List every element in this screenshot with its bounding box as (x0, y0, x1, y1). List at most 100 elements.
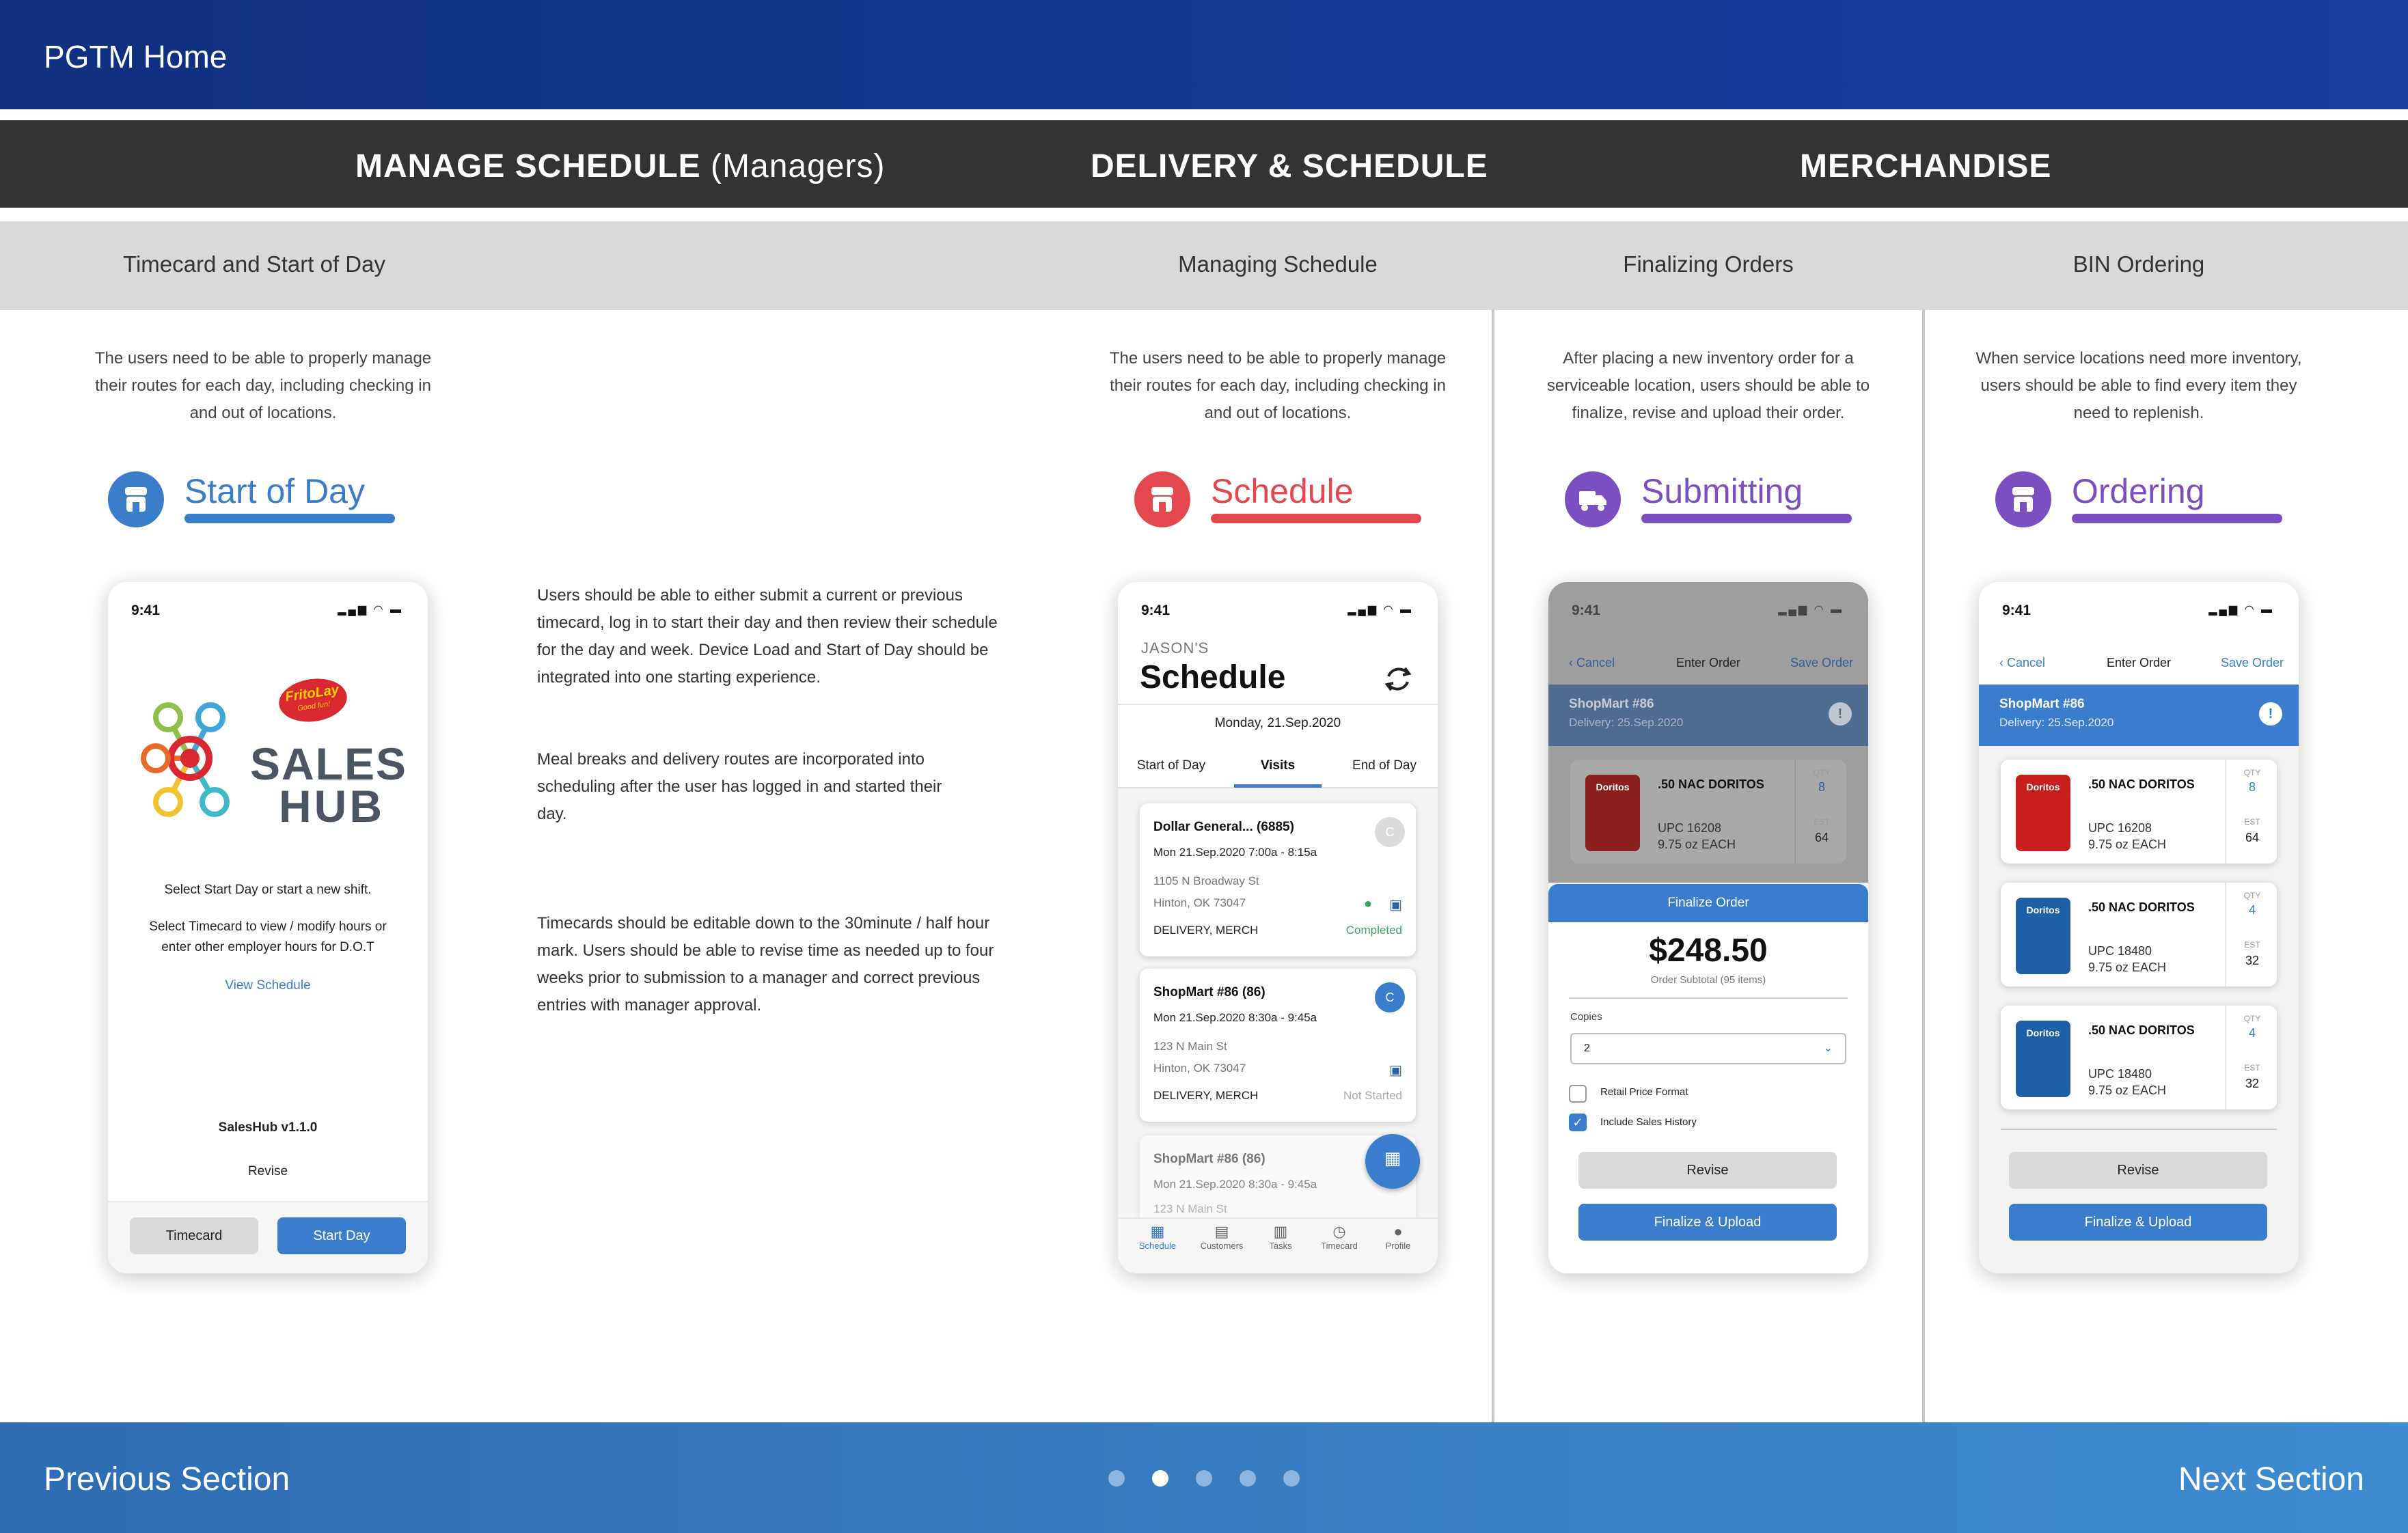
doritos-bag-icon: Doritos (2016, 1021, 2070, 1097)
tabbar-customers[interactable]: ▤ Customers (1194, 1223, 1249, 1251)
grid-menu-button[interactable]: ▦ (1365, 1134, 1420, 1189)
tab-end-of-day[interactable]: End of Day (1331, 758, 1438, 773)
tabbar-profile[interactable]: ● Profile (1371, 1223, 1425, 1251)
product-card[interactable]: Doritos .50 NAC DORITOS UPC 18480 9.75 oz… (2001, 883, 2277, 986)
subsection-managing-schedule: Managing Schedule (1178, 251, 1378, 277)
doritos-bag-icon: Doritos (2016, 898, 2070, 974)
revise-link[interactable]: Revise (108, 1164, 428, 1179)
est-label: EST (2244, 817, 2260, 827)
visit-status: Not Started (1343, 1089, 1402, 1102)
est-value: 32 (2245, 954, 2260, 967)
store-banner: ShopMart #86 Delivery: 25.Sep.2020 ! (1979, 685, 2299, 746)
finalize-upload-button[interactable]: Finalize & Upload (2009, 1204, 2267, 1241)
visit-card[interactable]: Dollar General... (6885) Mon 21.Sep.2020… (1140, 803, 1416, 956)
active-tab-indicator (1234, 784, 1322, 788)
product-upc: UPC 18480 9.75 oz EACH (2088, 943, 2166, 976)
visit-name: ShopMart #86 (86) (1153, 985, 1265, 999)
product-name: .50 NAC DORITOS (2088, 900, 2195, 914)
view-schedule-link[interactable]: View Schedule (108, 978, 428, 993)
saleshub-logo-icon (141, 702, 230, 817)
product-size: 9.75 oz EACH (1658, 838, 1736, 851)
subsection-timecard: Timecard and Start of Day (123, 251, 385, 277)
tabbar-timecard[interactable]: ◷ Timecard (1312, 1223, 1367, 1251)
product-card[interactable]: Doritos .50 NAC DORITOS UPC 18480 9.75 oz… (2001, 1006, 2277, 1109)
person-icon: ● (1393, 1223, 1403, 1240)
product-upc-code: UPC 18480 (2088, 1067, 2152, 1081)
qty-value[interactable]: 8 (2226, 780, 2278, 795)
section-band: MANAGE SCHEDULE (Managers) DELIVERY & SC… (0, 120, 2408, 208)
section-manage-label: MANAGE SCHEDULE (355, 148, 701, 184)
timecard-button[interactable]: Timecard (130, 1217, 258, 1254)
store-icon (1995, 471, 2051, 527)
qty-value[interactable]: 4 (2226, 903, 2278, 917)
chip-brand-label: Doritos (1596, 782, 1630, 792)
tab-visits[interactable]: Visits (1224, 758, 1331, 773)
bottom-nav-bar: Previous Section Next Section (0, 1422, 2408, 1533)
previous-section-button[interactable]: Previous Section (44, 1461, 290, 1498)
page-dot-active[interactable] (1152, 1470, 1168, 1487)
revise-button[interactable]: Revise (1578, 1152, 1837, 1189)
copies-value: 2 (1584, 1042, 1590, 1054)
visit-name: ShopMart #86 (86) (1153, 1152, 1265, 1166)
header-underline (1211, 514, 1421, 523)
schedule-owner: JASON'S (1141, 639, 1209, 657)
sales-history-checkbox[interactable]: ✓ (1569, 1114, 1587, 1131)
revise-button[interactable]: Revise (2009, 1152, 2267, 1189)
product-upc: UPC 18480 9.75 oz EACH (2088, 1066, 2166, 1099)
visit-time: Mon 21.Sep.2020 7:00a - 8:15a (1153, 846, 1317, 859)
next-section-button[interactable]: Next Section (2178, 1461, 2364, 1498)
section-merchandise[interactable]: MERCHANDISE (1800, 148, 2051, 185)
page-dot[interactable] (1283, 1470, 1300, 1487)
est-value: 64 (1814, 831, 1829, 844)
product-upc: UPC 16208 9.75 oz EACH (2088, 820, 2166, 853)
qty-value[interactable]: 4 (2226, 1026, 2278, 1040)
qty-est-box: QTY 4 EST 32 (2225, 1006, 2277, 1109)
visit-address: 123 N Main St (1153, 1202, 1227, 1215)
save-order-link[interactable]: Save Order (1790, 656, 1853, 670)
alert-icon[interactable]: ! (2259, 702, 2282, 726)
product-card[interactable]: Doritos .50 NAC DORITOS UPC 16208 9.75 oz… (1570, 760, 1846, 864)
person-icon: ● (1363, 896, 1372, 911)
phone-submitting: 9:41 ▂▄▆ ◠ ▬ ‹ Cancel Enter Order Save O… (1548, 582, 1868, 1273)
chip-brand-label: Doritos (2026, 782, 2060, 792)
save-order-link[interactable]: Save Order (2221, 656, 2284, 670)
copies-select[interactable]: 2 ⌄ (1570, 1033, 1846, 1064)
qty-value[interactable]: 8 (1796, 780, 1848, 795)
divider (1118, 704, 1438, 705)
visit-badge: C (1375, 982, 1405, 1012)
store-name: ShopMart #86 (1569, 697, 1654, 711)
qty-label: QTY (2243, 891, 2261, 900)
refresh-icon[interactable] (1380, 661, 1416, 697)
schedule-date: Monday, 21.Sep.2020 (1214, 716, 1341, 730)
page-dot[interactable] (1240, 1470, 1256, 1487)
visit-card[interactable]: ShopMart #86 (86) Mon 21.Sep.2020 8:30a … (1140, 969, 1416, 1122)
section-delivery-schedule[interactable]: DELIVERY & SCHEDULE (1091, 148, 1488, 185)
est-label: EST (2244, 940, 2260, 950)
tabbar-label: Schedule (1138, 1241, 1177, 1251)
header-label: Ordering (2072, 472, 2205, 510)
visit-city: Hinton, OK 73047 (1153, 1062, 1246, 1075)
store-icon: ▤ (1214, 1223, 1229, 1240)
start-day-button[interactable]: Start Day (277, 1217, 406, 1254)
alert-icon[interactable]: ! (1829, 702, 1852, 726)
timecard-instructions: Select Timecard to view / modify hours o… (149, 920, 387, 954)
status-icons: ▂▄▆ ◠ ▬ (1778, 604, 1844, 616)
home-title[interactable]: PGTM Home (44, 38, 227, 75)
est-label: EST (2244, 1063, 2260, 1073)
retail-price-checkbox[interactable] (1569, 1085, 1587, 1103)
tab-start-of-day[interactable]: Start of Day (1118, 758, 1224, 773)
page-dot[interactable] (1196, 1470, 1212, 1487)
status-time: 9:41 (1141, 603, 1171, 618)
top-bar: PGTM Home (0, 0, 2408, 109)
page-dot[interactable] (1108, 1470, 1125, 1487)
tabbar-schedule[interactable]: ▦ Schedule (1130, 1223, 1185, 1251)
section-manage-schedule[interactable]: MANAGE SCHEDULE (Managers) (355, 148, 885, 185)
tabbar-tasks[interactable]: ▥ Tasks (1253, 1223, 1308, 1251)
product-card[interactable]: Doritos .50 NAC DORITOS UPC 16208 9.75 oz… (2001, 760, 2277, 864)
visit-type: DELIVERY, MERCH (1153, 924, 1259, 937)
finalize-upload-button[interactable]: Finalize & Upload (1578, 1204, 1837, 1241)
body-paragraph-3: Timecards should be editable down to the… (537, 914, 994, 1014)
tabbar-label: Timecard (1321, 1241, 1358, 1251)
product-size: 9.75 oz EACH (2088, 838, 2167, 851)
visit-type: DELIVERY, MERCH (1153, 1089, 1259, 1102)
